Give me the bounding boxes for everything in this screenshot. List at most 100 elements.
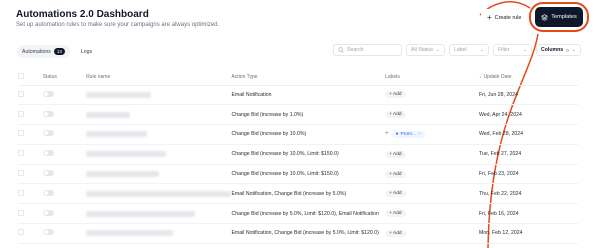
add-label-text: Add <box>393 230 402 236</box>
tab-logs[interactable]: Logs <box>76 46 97 58</box>
chevron-down-icon: ⌄ <box>435 47 440 53</box>
table-row[interactable]: Change Bid (increase by 10.0%, Limit: $1… <box>18 144 578 165</box>
add-label-text: Add <box>393 171 402 177</box>
header-rule-name[interactable]: Rule name <box>86 70 232 86</box>
status-toggle[interactable] <box>42 209 54 216</box>
status-select[interactable]: All Status ⌄ <box>406 44 445 56</box>
search-placeholder: Search <box>347 47 364 53</box>
count-badge: 13 <box>53 48 65 55</box>
update-date-cell: Fri, Feb 23, 2024 <box>478 164 578 185</box>
tab-bar: Automations 13 Logs <box>17 45 97 58</box>
header-update-date[interactable]: ↓ Update Date <box>478 70 578 86</box>
automations-table: Status Rule name Action Type Labels ↓ Upd… <box>18 70 578 244</box>
header-action-type[interactable]: Action Type <box>231 70 386 86</box>
status-toggle[interactable] <box>42 110 54 117</box>
add-label-button[interactable]: + Add <box>385 111 406 119</box>
filter-select[interactable]: Filter ⌄ <box>493 44 532 56</box>
add-label-button[interactable]: + Add <box>385 91 406 99</box>
layers-icon <box>541 13 549 21</box>
row-checkbox[interactable] <box>18 170 24 177</box>
search-input[interactable]: Search <box>333 44 402 56</box>
add-label-text: Add <box>393 191 402 197</box>
status-toggle[interactable] <box>42 150 54 157</box>
status-toggle[interactable] <box>42 130 54 137</box>
row-checkbox[interactable] <box>18 189 24 196</box>
columns-button[interactable]: Columns 0 ⌄ <box>536 44 581 56</box>
add-label-text: Add <box>393 211 402 217</box>
add-label-button[interactable]: + Add <box>385 170 406 178</box>
header-labels[interactable]: Labels <box>385 70 479 86</box>
add-label-button[interactable]: + Add <box>385 229 406 237</box>
action-type-cell: Email Notification <box>231 85 386 106</box>
label-select-value: Label <box>454 47 467 53</box>
create-rule-button[interactable]: + Create rule <box>481 9 528 26</box>
action-type-cell: Change Bid (increase by 10.0%, Limit: $1… <box>231 164 386 185</box>
columns-count: 0 <box>566 47 569 53</box>
rule-name-redacted[interactable] <box>86 190 232 197</box>
add-label-button[interactable]: + Add <box>385 210 406 218</box>
table-row[interactable]: Change Bid (increase by 10.0%) + ● Prom.… <box>18 124 578 145</box>
templates-label: Templates <box>551 14 577 20</box>
row-checkbox[interactable] <box>18 130 24 137</box>
update-date-cell: Tue, Feb 27, 2024 <box>478 144 578 165</box>
action-type-cell: Change Bid (increase by 10.0%, Limit: $1… <box>231 144 386 165</box>
table-row[interactable]: Change Bid (increase by 5.0%, Limit: $12… <box>18 203 578 225</box>
plus-icon[interactable]: + <box>385 131 389 137</box>
row-checkbox[interactable] <box>18 229 24 236</box>
add-label-button[interactable]: + Add <box>385 190 406 198</box>
add-label-text: Add <box>393 92 402 98</box>
select-all-checkbox[interactable] <box>18 73 24 80</box>
header-update-date-label: Update Date <box>483 74 512 81</box>
plus-icon: + <box>487 12 492 22</box>
header-status[interactable]: Status <box>42 70 87 86</box>
table-row[interactable]: Change Bid (increase by 1.0%) + Add Wed,… <box>18 104 578 126</box>
rule-name-redacted[interactable] <box>86 91 152 98</box>
rule-name-redacted[interactable] <box>86 171 159 178</box>
row-checkbox[interactable] <box>18 150 24 157</box>
table-header-row: Status Rule name Action Type Labels ↓ Upd… <box>18 70 578 86</box>
rule-name-redacted[interactable] <box>86 111 130 118</box>
table-row[interactable]: Email Notification + Add Fri, Jun 28, 20… <box>18 85 578 106</box>
status-toggle[interactable] <box>42 189 54 196</box>
table-row[interactable]: Change Bid (increase by 10.0%, Limit: $1… <box>18 164 578 185</box>
row-checkbox[interactable] <box>18 110 24 117</box>
tab-automations-label: Automations <box>22 48 51 55</box>
status-select-value: All Status <box>411 47 433 53</box>
add-label-text: Add <box>393 112 402 118</box>
status-toggle[interactable] <box>42 229 54 236</box>
rule-name-redacted[interactable] <box>86 230 174 237</box>
rule-name-redacted[interactable] <box>86 210 196 217</box>
add-label-button[interactable]: + Add <box>385 150 406 158</box>
arrow-down-icon: ↓ <box>478 74 482 81</box>
label-select[interactable]: Label ⌄ <box>449 44 489 56</box>
status-toggle[interactable] <box>42 170 54 177</box>
create-rule-label: Create rule <box>494 14 522 21</box>
update-date-cell: Fri, Jun 28, 2024 <box>478 85 578 106</box>
filter-select-value: Filter <box>498 47 510 53</box>
table-row[interactable]: Email Notification, Change Bid (increase… <box>18 183 578 205</box>
close-icon[interactable]: × <box>418 132 421 137</box>
page-subtitle: Set up automation rules to make sure you… <box>16 22 220 28</box>
add-label-text: Add <box>393 151 402 157</box>
page-header: Automations 2.0 Dashboard Set up automat… <box>16 9 219 28</box>
labels-cell: + ● Prom... × <box>385 130 479 138</box>
action-type-cell: Change Bid (increase by 5.0%, Limit: $12… <box>231 203 386 225</box>
rule-name-redacted[interactable] <box>86 131 148 138</box>
status-toggle[interactable] <box>42 90 54 97</box>
table-row[interactable]: Email Notification, Change Bid (increase… <box>18 223 578 244</box>
filter-bar: Search All Status ⌄ Label ⌄ Filter ⌄ Col… <box>333 44 581 56</box>
label-chip[interactable]: ● Prom... × <box>391 130 425 138</box>
update-date-cell: Wed, Apr 24, 2024 <box>478 104 578 126</box>
tab-automations[interactable]: Automations 13 <box>17 45 70 58</box>
row-checkbox[interactable] <box>18 209 24 216</box>
rule-name-redacted[interactable] <box>86 151 167 158</box>
action-type-cell: Change Bid (increase by 10.0%) <box>231 124 386 145</box>
page-title: Automations 2.0 Dashboard <box>16 9 149 20</box>
chevron-down-icon: ⌄ <box>522 47 527 53</box>
columns-label: Columns <box>541 47 564 53</box>
templates-button[interactable]: Templates <box>535 7 583 27</box>
search-icon <box>338 47 344 53</box>
row-checkbox[interactable] <box>18 90 24 97</box>
update-date-cell: Mon, Feb 12, 2024 <box>478 223 578 244</box>
tab-logs-label: Logs <box>80 48 93 55</box>
